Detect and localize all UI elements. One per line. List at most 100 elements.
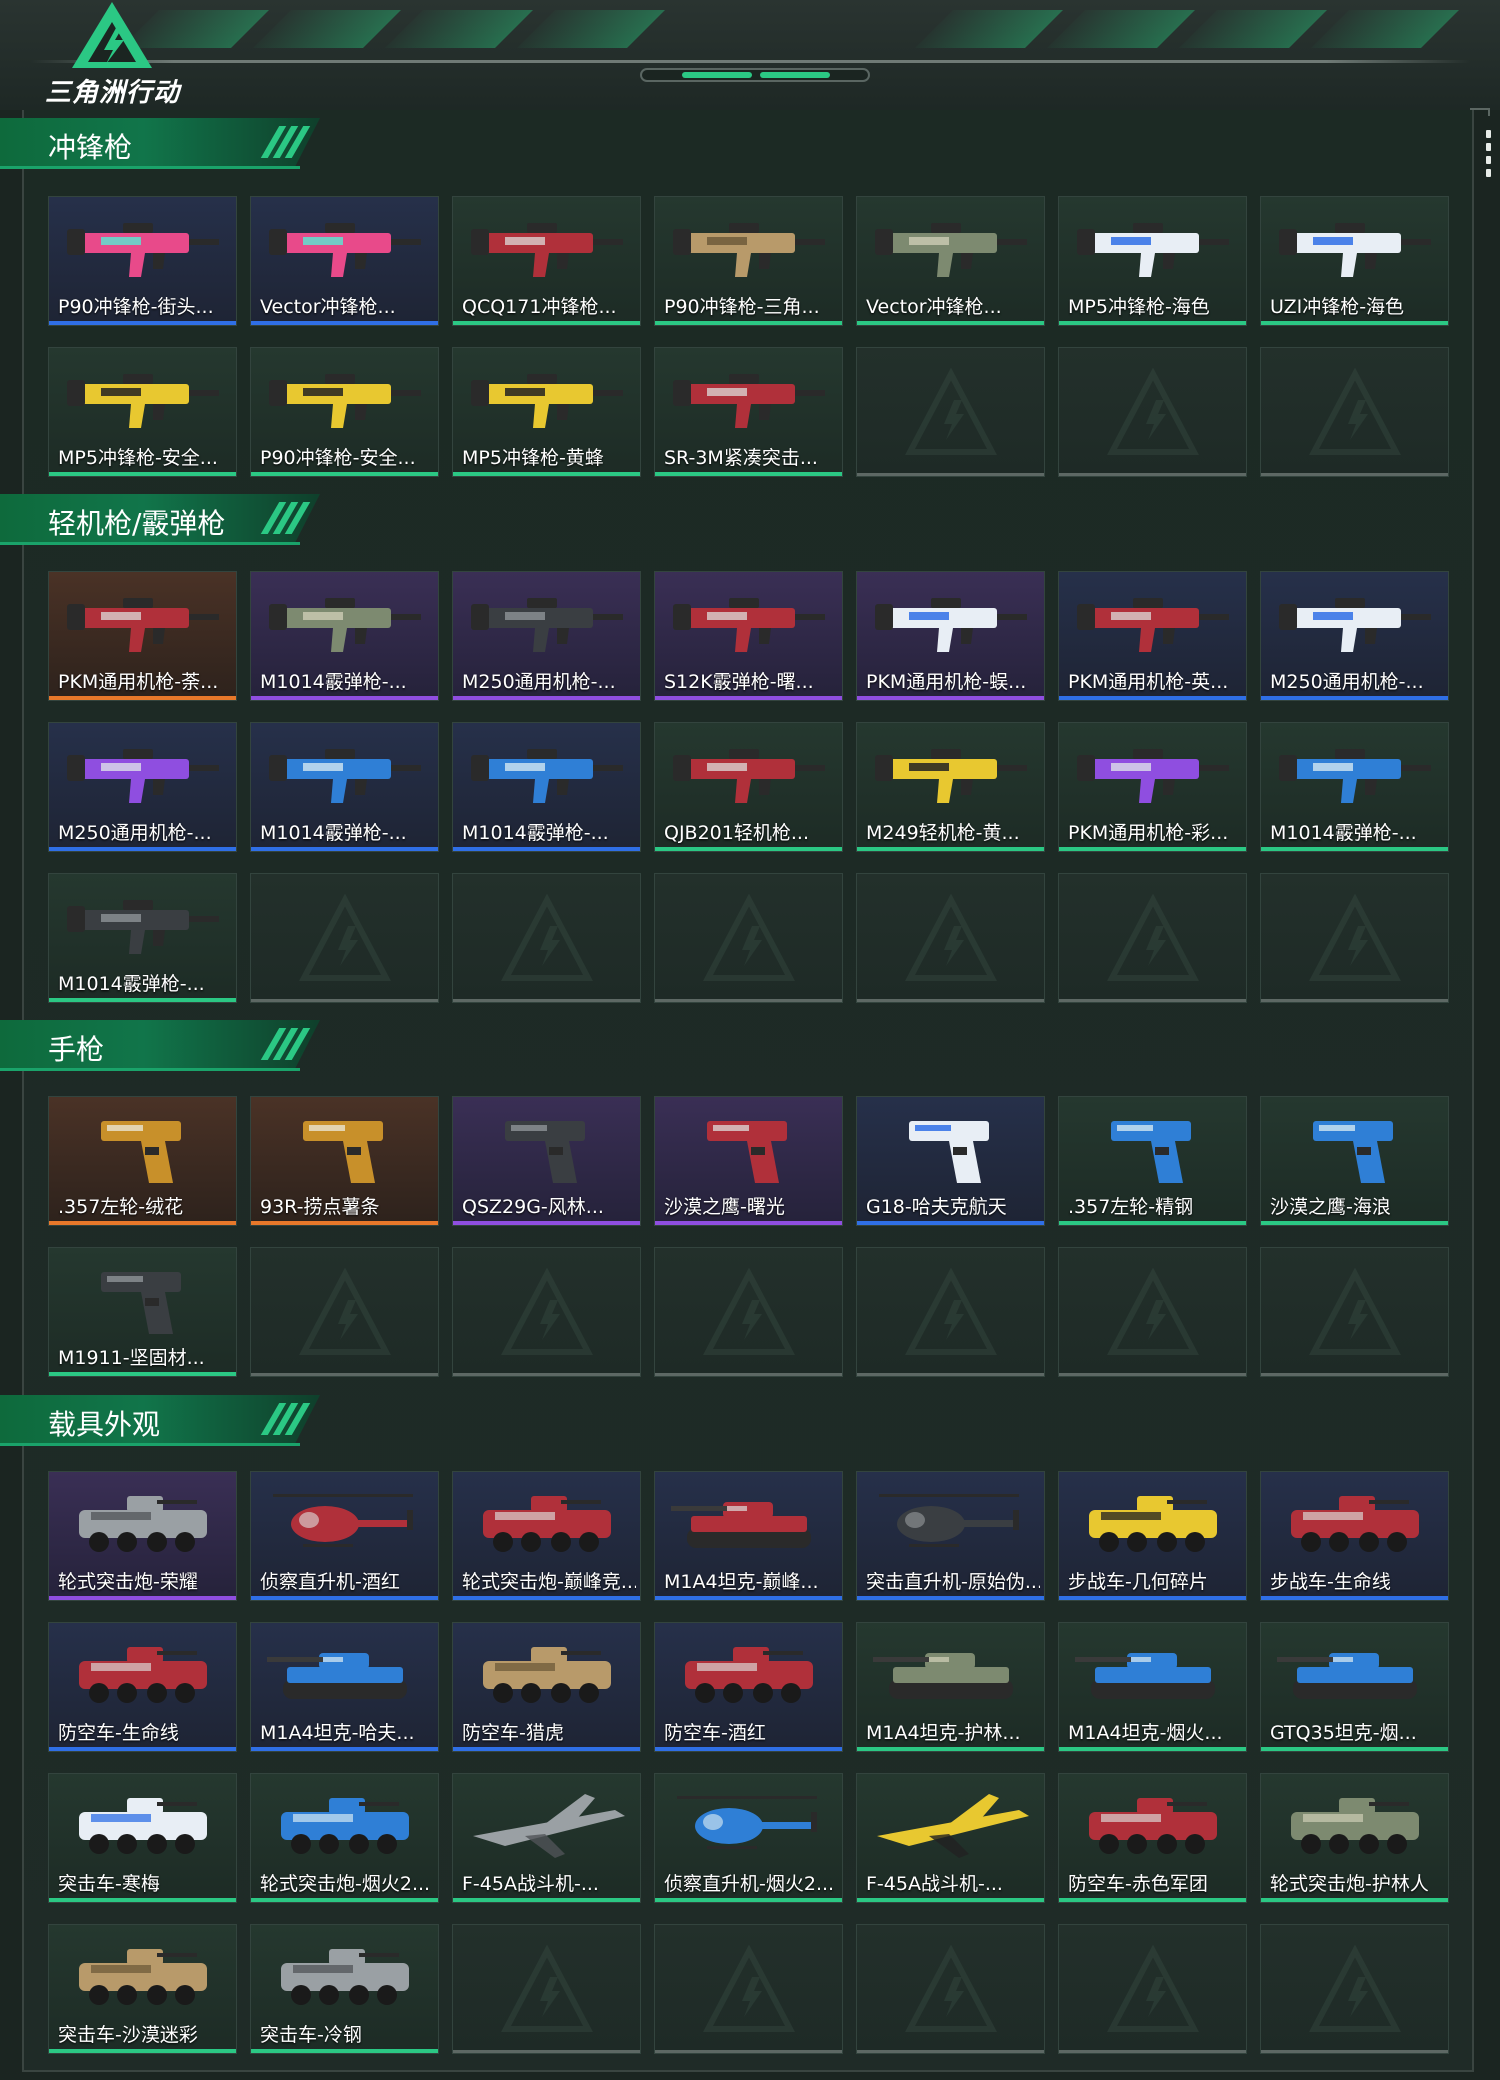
- skin-thumbnail: [465, 1784, 630, 1864]
- skin-card[interactable]: P90冲锋枪-街头...: [48, 196, 237, 326]
- skin-card[interactable]: M1014霰弹枪-...: [250, 571, 439, 701]
- skin-label: PKM通用机枪-英...: [1068, 671, 1229, 693]
- skin-card[interactable]: 沙漠之鹰-曙光: [654, 1096, 843, 1226]
- skin-label: 步战车-几何碎片: [1068, 1571, 1208, 1593]
- empty-slot: [654, 1924, 843, 2054]
- skin-card[interactable]: F-45A战斗机-...: [452, 1773, 641, 1903]
- skin-thumbnail: [1071, 1482, 1236, 1562]
- delta-watermark-icon: [298, 893, 393, 984]
- skin-card[interactable]: M1A4坦克-烟火...: [1058, 1622, 1247, 1752]
- skin-card[interactable]: 轮式突击炮-巅峰竞...: [452, 1471, 641, 1601]
- skin-label: .357左轮-绒花: [58, 1196, 184, 1218]
- skin-card[interactable]: 突击车-沙漠迷彩: [48, 1924, 237, 2054]
- item-grid: PKM通用机枪-荼... M1014霰弹枪-... M250通用机枪-... S…: [48, 571, 1452, 1003]
- rarity-bar: [453, 1596, 640, 1600]
- skin-thumbnail: [869, 733, 1034, 813]
- skin-thumbnail: [869, 1784, 1034, 1864]
- skin-thumbnail: [465, 582, 630, 662]
- skin-card[interactable]: MP5冲锋枪-安全...: [48, 347, 237, 477]
- skin-card[interactable]: 突击车-寒梅: [48, 1773, 237, 1903]
- skin-card[interactable]: 轮式突击炮-烟火2...: [250, 1773, 439, 1903]
- skin-card[interactable]: QJB201轻机枪...: [654, 722, 843, 852]
- skin-card[interactable]: P90冲锋枪-安全...: [250, 347, 439, 477]
- skin-thumbnail: [1071, 1784, 1236, 1864]
- skin-thumbnail: [263, 1107, 428, 1187]
- skin-card[interactable]: 防空车-猎虎: [452, 1622, 641, 1752]
- rarity-bar: [49, 1898, 236, 1902]
- skin-card[interactable]: F-45A战斗机-...: [856, 1773, 1045, 1903]
- skin-card[interactable]: 突击车-冷钢: [250, 1924, 439, 2054]
- skin-card[interactable]: P90冲锋枪-三角...: [654, 196, 843, 326]
- skin-card[interactable]: PKM通用机枪-彩...: [1058, 722, 1247, 852]
- skin-card[interactable]: PKM通用机枪-蜈...: [856, 571, 1045, 701]
- skin-card[interactable]: 侦察直升机-烟火2...: [654, 1773, 843, 1903]
- skin-card[interactable]: M1014霰弹枪-...: [48, 873, 237, 1003]
- rarity-bar: [1261, 1898, 1448, 1902]
- rarity-bar: [1059, 847, 1246, 851]
- skin-card[interactable]: 侦察直升机-酒红: [250, 1471, 439, 1601]
- skin-card[interactable]: 轮式突击炮-荣耀: [48, 1471, 237, 1601]
- skin-card[interactable]: .357左轮-精钢: [1058, 1096, 1247, 1226]
- skin-card[interactable]: M1A4坦克-巅峰...: [654, 1471, 843, 1601]
- skin-card[interactable]: QSZ29G-风林...: [452, 1096, 641, 1226]
- rarity-bar: [655, 1596, 842, 1600]
- skin-card[interactable]: S12K霰弹枪-曙...: [654, 571, 843, 701]
- skin-label: Vector冲锋枪...: [260, 296, 396, 318]
- skin-label: M250通用机枪-...: [1270, 671, 1424, 693]
- skin-card[interactable]: M1014霰弹枪-...: [250, 722, 439, 852]
- skin-card[interactable]: UZI冲锋枪-海色: [1260, 196, 1449, 326]
- rarity-bar: [857, 1747, 1044, 1751]
- skin-card[interactable]: M250通用机枪-...: [1260, 571, 1449, 701]
- skin-card[interactable]: MP5冲锋枪-海色: [1058, 196, 1247, 326]
- skin-card[interactable]: G18-哈夫克航天: [856, 1096, 1045, 1226]
- skin-thumbnail: [465, 1633, 630, 1713]
- delta-watermark-icon: [702, 1944, 797, 2035]
- skin-card[interactable]: M1014霰弹枪-...: [452, 722, 641, 852]
- banner-divider: [30, 60, 1470, 63]
- skin-card[interactable]: Vector冲锋枪...: [250, 196, 439, 326]
- skin-card[interactable]: 防空车-酒红: [654, 1622, 843, 1752]
- delta-watermark-icon: [500, 893, 595, 984]
- skin-card[interactable]: 93R-捞点薯条: [250, 1096, 439, 1226]
- skin-label: 突击直升机-原始伪...: [866, 1571, 1040, 1593]
- skin-card[interactable]: M250通用机枪-...: [48, 722, 237, 852]
- skin-thumbnail: [1273, 1633, 1438, 1713]
- skin-card[interactable]: 突击直升机-原始伪...: [856, 1471, 1045, 1601]
- skin-card[interactable]: MP5冲锋枪-黄蜂: [452, 347, 641, 477]
- skin-card[interactable]: GTQ35坦克-烟...: [1260, 1622, 1449, 1752]
- skin-card[interactable]: 轮式突击炮-护林人: [1260, 1773, 1449, 1903]
- skin-label: S12K霰弹枪-曙...: [664, 671, 814, 693]
- skin-card[interactable]: M250通用机枪-...: [452, 571, 641, 701]
- rarity-bar: [857, 1596, 1044, 1600]
- scrollbar[interactable]: [1486, 130, 1492, 178]
- skin-card[interactable]: M249轻机枪-黄...: [856, 722, 1045, 852]
- rarity-bar: [1261, 1596, 1448, 1600]
- skin-card[interactable]: 防空车-赤色军团: [1058, 1773, 1247, 1903]
- rarity-bar: [251, 1221, 438, 1225]
- skin-label: QSZ29G-风林...: [462, 1196, 604, 1218]
- skin-card[interactable]: 步战车-生命线: [1260, 1471, 1449, 1601]
- skin-card[interactable]: 沙漠之鹰-海浪: [1260, 1096, 1449, 1226]
- item-grid: .357左轮-绒花 93R-捞点薯条 QSZ29G-风林... 沙漠之鹰-曙光 …: [48, 1096, 1452, 1377]
- skin-label: M1A4坦克-烟火...: [1068, 1722, 1223, 1744]
- skin-card[interactable]: .357左轮-绒花: [48, 1096, 237, 1226]
- skin-card[interactable]: M1A4坦克-哈夫...: [250, 1622, 439, 1752]
- skin-card[interactable]: M1014霰弹枪-...: [1260, 722, 1449, 852]
- skin-card[interactable]: 防空车-生命线: [48, 1622, 237, 1752]
- skin-card[interactable]: M1A4坦克-护林...: [856, 1622, 1045, 1752]
- skin-card[interactable]: SR-3M紧凑突击...: [654, 347, 843, 477]
- empty-slot: [1260, 1247, 1449, 1377]
- skin-label: MP5冲锋枪-黄蜂: [462, 447, 604, 469]
- delta-watermark-icon: [904, 367, 999, 458]
- skin-card[interactable]: 步战车-几何碎片: [1058, 1471, 1247, 1601]
- skin-card[interactable]: PKM通用机枪-荼...: [48, 571, 237, 701]
- skin-card[interactable]: QCQ171冲锋枪...: [452, 196, 641, 326]
- item-grid: P90冲锋枪-街头... Vector冲锋枪... QCQ171冲锋枪... P…: [48, 196, 1452, 477]
- skin-card[interactable]: Vector冲锋枪...: [856, 196, 1045, 326]
- skin-card[interactable]: PKM通用机枪-英...: [1058, 571, 1247, 701]
- rarity-bar: [1261, 1221, 1448, 1225]
- skin-thumbnail: [1071, 1633, 1236, 1713]
- skin-card[interactable]: M1911-坚固材...: [48, 1247, 237, 1377]
- rarity-bar: [1059, 1221, 1246, 1225]
- section-title: 手枪: [48, 1033, 105, 1066]
